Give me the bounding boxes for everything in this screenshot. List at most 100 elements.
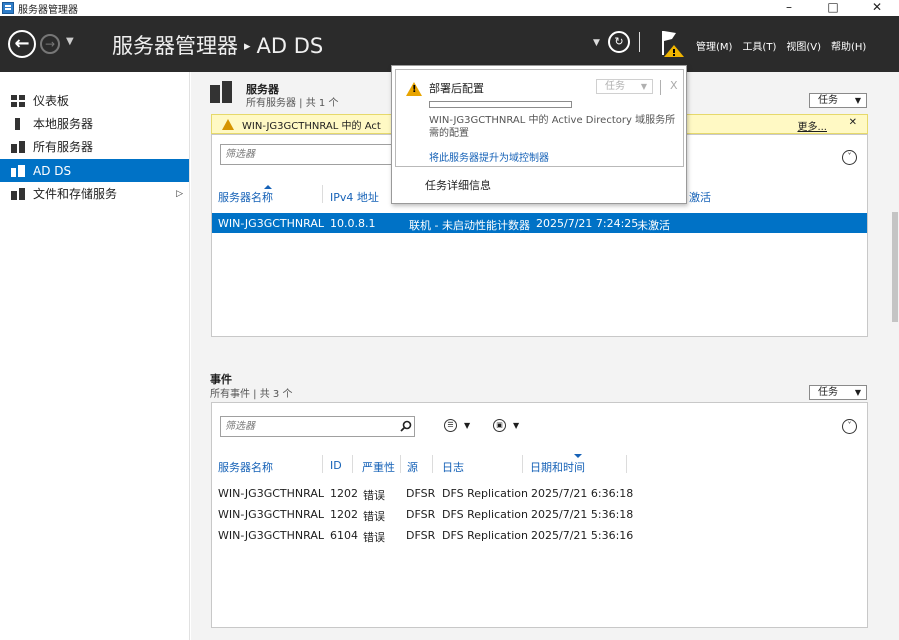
expand-arrow-icon[interactable]: ▷	[176, 189, 183, 199]
sidebar-item-local-server[interactable]: 本地服务器	[0, 112, 189, 135]
column-separator	[432, 455, 433, 473]
column-source[interactable]: 源	[407, 459, 418, 475]
cell-activation: 未激活	[637, 219, 670, 232]
warning-icon	[406, 82, 422, 96]
adds-icon	[11, 164, 25, 177]
window-controls: – □ ✕	[767, 0, 899, 16]
sort-descending-icon	[574, 454, 582, 458]
save-query-icon[interactable]: ▣	[493, 419, 506, 432]
events-tasks-button[interactable]: 任务 ▼	[809, 385, 867, 400]
events-expand-icon[interactable]: ˅	[842, 419, 857, 434]
cell-severity: 错误	[363, 510, 385, 523]
task-details-link[interactable]: 任务详细信息	[425, 177, 491, 193]
column-server-name[interactable]: 服务器名称	[218, 189, 273, 205]
header-bar: ← → ▼ 服务器管理器 ▸ AD DS ▼ ↻ 管理(M) 工具(T) 视图(V)…	[0, 16, 899, 72]
cell-log: DFS Replication	[442, 487, 528, 500]
scrollbar-thumb[interactable]	[892, 212, 898, 322]
refresh-dropdown-icon[interactable]: ▼	[593, 38, 600, 48]
window-title: 服务器管理器	[18, 4, 78, 16]
alert-close-icon[interactable]: ✕	[849, 117, 857, 128]
history-dropdown-icon[interactable]: ▼	[66, 36, 74, 47]
cell-date: 2025/7/21 7:24:25	[536, 217, 639, 230]
notification-divider	[660, 80, 661, 95]
maximize-button[interactable]: □	[811, 0, 855, 16]
warning-icon	[222, 118, 234, 130]
cell-log: DFS Replication	[442, 529, 528, 542]
title-bar: 服务器管理器 – □ ✕	[0, 0, 899, 16]
events-subtitle: 所有事件 | 共 3 个	[210, 389, 293, 400]
column-separator	[626, 455, 627, 473]
chevron-down-icon[interactable]: ▼	[513, 421, 519, 430]
servers-subtitle: 所有服务器 | 共 1 个	[246, 98, 339, 109]
breadcrumb-app[interactable]: 服务器管理器	[112, 34, 238, 58]
menu-help[interactable]: 帮助(H)	[831, 38, 866, 53]
header-divider	[639, 32, 640, 52]
column-activation[interactable]: 激活	[689, 189, 711, 205]
sidebar-item-file-storage[interactable]: 文件和存储服务 ▷	[0, 182, 189, 205]
chevron-down-icon: ▼	[854, 96, 861, 105]
cell-status: 联机 - 未启动性能计数器	[409, 219, 530, 232]
column-ipv4[interactable]: IPv4 地址	[330, 189, 379, 205]
file-storage-icon	[11, 187, 25, 200]
all-servers-icon	[11, 140, 25, 153]
tasks-label: 任务	[818, 387, 838, 398]
cell-server-name: WIN-JG3GCTHNRAL	[218, 508, 324, 521]
cell-id: 1202	[330, 508, 358, 521]
menu-tools[interactable]: 工具(T)	[742, 38, 776, 53]
column-datetime[interactable]: 日期和时间	[530, 459, 585, 475]
promote-domain-controller-link[interactable]: 将此服务器提升为域控制器	[429, 149, 549, 164]
notifications-flag-icon[interactable]	[660, 29, 684, 59]
servers-expand-icon[interactable]: ˅	[842, 150, 857, 165]
chevron-down-icon: ▼	[640, 82, 647, 91]
notification-card: 部署后配置 任务 ▼ X WIN-JG3GCTHNRAL 中的 Active Di…	[395, 69, 684, 167]
column-separator	[322, 185, 323, 203]
column-separator	[322, 455, 323, 473]
refresh-icon[interactable]: ↻	[608, 31, 630, 53]
cell-ipv4: 10.0.8.1	[330, 217, 376, 230]
events-filter-input[interactable]: 筛选器	[220, 416, 415, 437]
servers-section-icon	[210, 81, 232, 103]
column-server-name[interactable]: 服务器名称	[218, 459, 273, 475]
notification-progress-bar	[429, 101, 572, 108]
menu-manage[interactable]: 管理(M)	[696, 38, 732, 53]
cell-source: DFSR	[406, 529, 436, 542]
minimize-button[interactable]: –	[767, 0, 811, 16]
sidebar-item-dashboard[interactable]: 仪表板	[0, 89, 189, 112]
alert-more-link[interactable]: 更多...	[797, 118, 827, 133]
servers-tasks-button[interactable]: 任务 ▼	[809, 93, 867, 108]
sidebar-item-label: AD DS	[33, 163, 72, 178]
notification-tasks-button: 任务 ▼	[596, 79, 653, 94]
cell-server-name: WIN-JG3GCTHNRAL	[218, 217, 324, 230]
list-options-icon[interactable]: ☰	[444, 419, 457, 432]
sidebar-item-all-servers[interactable]: 所有服务器	[0, 135, 189, 158]
notification-close-icon[interactable]: X	[670, 79, 678, 92]
events-panel: 筛选器 ☰ ▼ ▣ ▼ ˅ 服务器名称 ID 严重性 源 日志 日期和时间 WI…	[211, 402, 868, 628]
column-id[interactable]: ID	[330, 459, 342, 472]
table-row[interactable]: WIN-JG3GCTHNRAL 10.0.8.1 联机 - 未启动性能计数器 2…	[212, 213, 867, 233]
column-separator	[522, 455, 523, 473]
sidebar-item-adds[interactable]: AD DS	[0, 159, 189, 182]
search-icon[interactable]	[400, 420, 412, 432]
cell-source: DFSR	[406, 508, 436, 521]
forward-arrow-icon[interactable]: →	[40, 34, 60, 54]
breadcrumb-separator: ▸	[244, 39, 251, 54]
menu-view[interactable]: 视图(V)	[786, 38, 821, 53]
alert-text: WIN-JG3GCTHNRAL 中的 Act	[242, 120, 381, 132]
column-severity[interactable]: 严重性	[362, 459, 395, 475]
column-separator	[400, 455, 401, 473]
sidebar-item-label: 文件和存储服务	[33, 187, 118, 201]
cell-source: DFSR	[406, 487, 436, 500]
cell-server-name: WIN-JG3GCTHNRAL	[218, 529, 324, 542]
close-button[interactable]: ✕	[855, 0, 899, 16]
dashboard-icon	[11, 94, 25, 107]
column-separator	[352, 455, 353, 473]
servers-filter-input[interactable]: 筛选器	[220, 144, 415, 165]
main-scrollbar[interactable]	[891, 72, 899, 640]
chevron-down-icon[interactable]: ▼	[464, 421, 470, 430]
notification-title: 部署后配置	[429, 82, 484, 95]
column-log[interactable]: 日志	[442, 459, 464, 475]
back-arrow-icon[interactable]: ←	[8, 30, 36, 58]
sidebar-item-label: 所有服务器	[33, 140, 94, 154]
tasks-label: 任务	[605, 81, 625, 92]
server-manager-app-icon	[2, 2, 14, 14]
